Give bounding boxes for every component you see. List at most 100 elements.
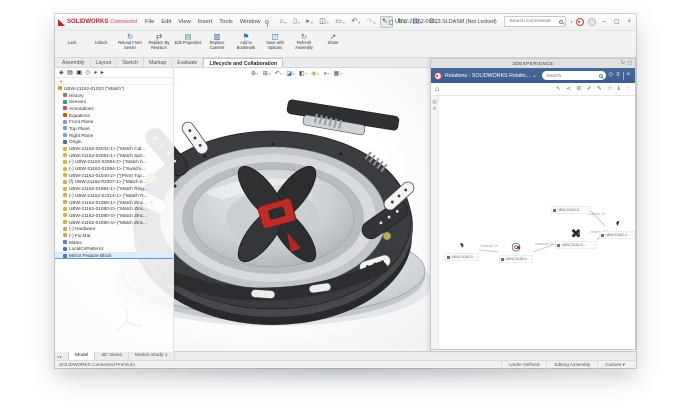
pick-edit-icon[interactable]: ✐ (587, 86, 592, 92)
document-tab[interactable]: Motion Study 1 (129, 352, 175, 360)
restore-button[interactable]: ▢ (612, 18, 622, 25)
more-options-icon[interactable]: ⋮ (625, 86, 631, 92)
menu-item[interactable]: Window (240, 19, 261, 25)
menu-item[interactable]: Insert (198, 19, 213, 25)
menu-item[interactable]: File (145, 19, 154, 25)
hide-show-icon[interactable]: ◉ ▾ (311, 70, 319, 77)
tree-item[interactable]: (-) UBW-21162-02084-2> ("Match b... (55, 159, 173, 166)
tree-item[interactable]: (f) UBW-21162-02307-1> ("Match b... (55, 179, 173, 186)
more-icon[interactable]: ⋯ (531, 257, 532, 261)
tree-item[interactable]: Front Plane (55, 118, 173, 125)
popout-panel-icon[interactable]: ▢ (628, 59, 633, 68)
refresh-panel-icon[interactable]: ↻ (621, 59, 626, 68)
tree-item[interactable]: UBW-21162-01023 ("Match") (55, 85, 173, 92)
more-icon[interactable]: ⋯ (586, 208, 589, 212)
commandmanager-tab[interactable]: Assembly (57, 58, 91, 67)
panel-search-box[interactable] (541, 71, 606, 80)
app-selector[interactable]: Relations - SOLIDWORKS Relatio... ⌄ (445, 73, 537, 79)
more-icon[interactable]: ⋯ (631, 233, 634, 237)
commandmanager-tab[interactable]: Evaluate (172, 58, 204, 67)
lifecycle-toolbar-button[interactable]: ▥ Replace Content (203, 32, 231, 50)
tree-item[interactable]: Right Plane (55, 132, 173, 139)
propertymanager-tab-icon[interactable]: ▤ (67, 69, 73, 78)
relation-node[interactable]: UBW-21162-0... ⋯ (445, 238, 479, 261)
tree-item[interactable]: UBW-21162-01080-4> ("Match Zinc... (55, 219, 173, 226)
relation-node[interactable]: UBW-21162-0... ⋯ (599, 216, 635, 239)
zoom-area-icon[interactable]: ⊞ ▾ (263, 70, 270, 77)
home-icon[interactable]: ⌂ (435, 86, 439, 93)
tree-item[interactable]: Origin (55, 139, 173, 146)
tree-item[interactable]: UBW-21162-01984-1> ("Match Ring... (55, 185, 173, 192)
close-button[interactable]: × (625, 19, 633, 25)
tree-filter-row[interactable]: ▼ (55, 78, 173, 85)
search-caret-icon[interactable]: ▾ (570, 19, 572, 24)
menu-item[interactable]: Tools (219, 19, 233, 25)
lifecycle-toolbar-button[interactable]: ↻ Refresh Assembly (290, 32, 318, 50)
command-search-input[interactable] (507, 18, 558, 25)
lifecycle-toolbar-button[interactable]: ⚑ Add to Bookmark (232, 32, 260, 50)
tree-item[interactable]: UBW-21162-02034-1> ("Match Cal... (55, 145, 173, 152)
info-icon[interactable]: ℹ (618, 86, 620, 92)
edit-pencil-icon[interactable]: ✎ (597, 86, 602, 92)
document-tab[interactable]: Model (68, 351, 96, 360)
section-view-icon[interactable]: ◪ ▾ (286, 70, 294, 77)
tree-item[interactable]: (-) Fix Mat (55, 232, 173, 239)
configurationmanager-tab-icon[interactable]: ▣ (76, 69, 82, 78)
open-icon[interactable]: ▸ ▾ (305, 17, 313, 27)
document-tab[interactable]: 3D Views (95, 352, 129, 360)
tree-item[interactable]: UBW-21162-01040-2> ("(Print) Top... (55, 172, 173, 179)
tree-item[interactable]: UBW-21162-01080-2> ("Match Zinc... (55, 205, 173, 212)
more-icon[interactable]: ⋯ (477, 255, 478, 259)
more-icon[interactable]: ⋯ (592, 243, 595, 247)
lifecycle-toolbar-button[interactable]: ◫ Save with Options (261, 32, 289, 50)
share-relations-icon[interactable]: ≺ (566, 86, 571, 92)
panel-menu-icon[interactable]: ≡ (616, 68, 620, 83)
pin-icon[interactable] (265, 20, 270, 27)
panel-close-icon[interactable]: × (627, 68, 631, 83)
appearances-tab-icon[interactable]: ◕ (94, 69, 98, 78)
menu-item[interactable]: View (178, 19, 190, 25)
compass-icon[interactable] (434, 71, 442, 80)
tree-item[interactable]: UBW-21162-01080-1> ("Match Zinc... (55, 199, 173, 206)
settings-gear-icon[interactable]: ⚙ (576, 86, 581, 92)
new-document-icon[interactable]: ▯ ▾ (292, 17, 301, 27)
tree-item[interactable]: LocalCirPattern1 (55, 246, 173, 253)
tree-item[interactable]: (-) UBW-21162-02314-1> ("Match R... (55, 192, 173, 199)
tree-item[interactable]: Equations (55, 112, 173, 119)
tree-item[interactable]: UBW-21162-01080-3> ("Match Zinc... (55, 212, 173, 219)
tree-item[interactable]: Mirror Feature Block (55, 252, 173, 259)
commandmanager-tab[interactable]: Markup (144, 58, 173, 67)
minimize-button[interactable]: – (600, 19, 607, 25)
relation-node[interactable]: UBW-21162-0... ⋯ (555, 226, 597, 249)
strip-settings-icon[interactable]: ⚙ (431, 105, 438, 112)
relation-node[interactable]: UBW-21162-0... ⋯ (499, 240, 533, 263)
command-search-box[interactable] (504, 16, 567, 27)
featuremanager-tab-icon[interactable]: ◈ (59, 69, 64, 78)
home-icon[interactable]: ⌂ ▾ (278, 17, 287, 27)
panel-titlebar[interactable]: 3DEXPERIENCE ↻ ▢ (431, 59, 635, 68)
menu-item[interactable]: Edit (161, 19, 171, 25)
appearance-icon[interactable]: ◕ ▾ (323, 71, 329, 77)
undo-icon[interactable]: ↶ ▾ (350, 17, 361, 27)
relations-graph[interactable]: Instance Of Instance Of Instance Of Inst… (439, 96, 635, 349)
lifecycle-toolbar-button[interactable]: ▤ Edit Properties (174, 32, 202, 46)
panel-search-input[interactable] (544, 72, 597, 79)
relation-node[interactable]: UBW-21162-0... ⋯ (551, 206, 591, 214)
select-cursor-icon[interactable]: ↖ (556, 86, 561, 92)
lifecycle-toolbar-button[interactable]: ↻ Reload From Server (116, 32, 144, 50)
favorite-star-icon[interactable]: ☆ (607, 86, 612, 92)
view-settings-icon[interactable]: ▦ ▾ (334, 70, 342, 77)
commandmanager-tab[interactable]: Layout (91, 58, 118, 67)
tree-item[interactable]: Annotations (55, 105, 173, 112)
strip-list-icon[interactable]: ▤ (431, 98, 438, 105)
lifecycle-toolbar-button[interactable]: ↗ Share (319, 32, 347, 46)
user-avatar[interactable]: ◦ (588, 17, 597, 26)
redo-icon[interactable]: ↷ ▾ (366, 17, 377, 27)
3dexperience-compass-icon[interactable] (576, 17, 585, 26)
tree-item[interactable]: Sensors (55, 98, 173, 105)
expand-tab-icon[interactable]: ▸ (101, 69, 104, 78)
tree-item[interactable]: (-) UBW-21162-01084-1> ("Switchi... (55, 165, 173, 172)
lifecycle-toolbar-button[interactable]: Unlock (87, 32, 115, 46)
tab-scroll-arrows[interactable]: ◂▸ (57, 354, 63, 359)
lifecycle-toolbar-button[interactable]: ⇄ Replace By Revision (145, 32, 173, 50)
